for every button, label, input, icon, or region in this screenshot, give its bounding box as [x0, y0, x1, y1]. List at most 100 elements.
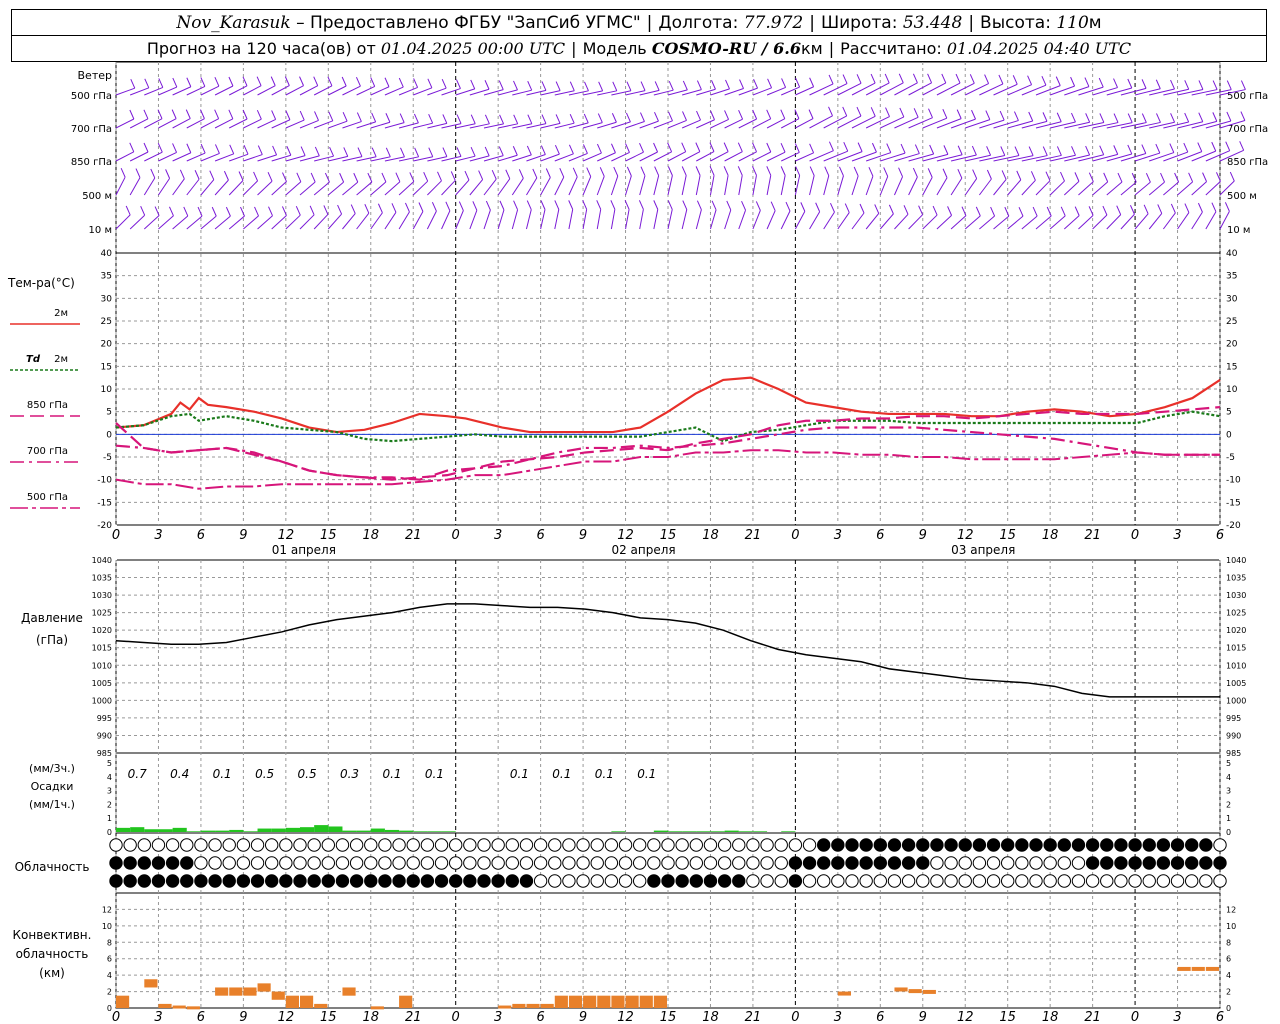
wind-barb-feather: [1131, 172, 1137, 183]
wind-barb-feather: [1102, 205, 1108, 216]
cloud-cover-circle: [321, 856, 336, 870]
wind-barb-feather: [371, 112, 377, 123]
x-tick-label: 15: [999, 528, 1016, 543]
conv-tick-label: 8: [107, 938, 112, 947]
cloud-cover-circle: [335, 838, 350, 852]
wind-barb: [525, 209, 532, 230]
wind-barb-feather: [868, 166, 874, 177]
wind-barb-feather: [859, 203, 865, 214]
x-tick-label: 18: [1042, 1010, 1059, 1024]
conv-bar: [583, 995, 597, 1008]
wind-barb: [1106, 122, 1133, 129]
wind-barb-feather: [640, 81, 646, 91]
cloud-cover-circle: [689, 838, 704, 852]
cloud-cover-circle: [859, 874, 873, 888]
wind-barb: [1078, 214, 1094, 230]
wind-barb-feather: [929, 144, 935, 155]
cloud-cover-circle: [986, 856, 1001, 870]
cloud-cover-circle: [831, 856, 845, 870]
conv-tick-label: 2: [107, 988, 112, 997]
day-label: 03 апреля: [951, 543, 1015, 557]
wind-barb-feather: [314, 146, 320, 157]
wind-barb: [781, 152, 800, 162]
wind-barb-feather: [129, 142, 135, 153]
cloud-cover-circle: [689, 874, 704, 888]
wind-barb-feather: [809, 143, 815, 153]
cloud-cover-circle: [618, 838, 633, 852]
cloud-cover-circle: [448, 838, 463, 852]
wind-barb-feather: [431, 201, 437, 212]
wind-barb: [1049, 215, 1066, 230]
precip-bar: [696, 831, 711, 832]
pressure-tick-label: 1010: [1226, 661, 1246, 670]
wind-barb-feather: [808, 109, 814, 119]
cloud-cover-circle: [562, 874, 576, 888]
wind-barb-feather: [140, 206, 146, 216]
precip-bar: [328, 826, 343, 832]
pressure-tick-label: 1005: [92, 679, 112, 688]
wind-barb: [243, 180, 258, 196]
cloud-cover-circle: [746, 874, 760, 888]
cloud-cover-circle: [463, 856, 477, 870]
cloud-cover-circle: [576, 838, 590, 852]
cloud-cover-circle: [1057, 856, 1072, 870]
cloud-cover-circle: [590, 838, 604, 852]
x-tick-label: 3: [494, 1010, 502, 1024]
x-tick-label: 9: [919, 528, 927, 543]
wind-barb-feather: [470, 146, 476, 157]
cloud-cover-circle: [1100, 856, 1114, 870]
wind-barb-feather: [313, 76, 319, 86]
cloud-cover-circle: [180, 874, 194, 888]
wind-barb-feather: [972, 169, 978, 179]
cloud-cover-circle: [1029, 874, 1043, 888]
wind-barb: [1149, 121, 1175, 129]
wind-barb: [200, 179, 215, 196]
x-tick-label: 21: [745, 528, 762, 543]
wind-barb-feather: [928, 108, 933, 118]
wind-barb-feather: [1042, 112, 1048, 122]
wind-barb: [158, 215, 174, 230]
wind-barb-feather: [1018, 206, 1024, 217]
cloud-cover-circle: [944, 856, 958, 870]
pressure-tick-label: 1035: [92, 574, 112, 583]
wind-barb: [285, 214, 301, 230]
wind-barb: [483, 178, 497, 196]
precip-unit-1h: (мм/1ч.): [29, 798, 75, 811]
wind-barb: [384, 212, 397, 230]
wind-barb-feather: [1211, 141, 1217, 152]
conv-bar: [837, 991, 851, 996]
wind-barb-feather: [310, 172, 316, 183]
x-tick-label: 6: [1216, 528, 1224, 543]
wind-barb: [950, 215, 967, 230]
cloud-cover-circle: [845, 838, 859, 852]
conv-bar: [370, 1006, 384, 1010]
cloud-cover-circle: [194, 856, 208, 870]
temp-tick-label: 25: [1226, 317, 1237, 327]
wind-barb-feather: [257, 145, 263, 155]
conv-bar: [116, 995, 130, 1008]
wind-barb-feather: [828, 106, 833, 117]
conv-bar: [271, 991, 285, 1000]
wind-barb-feather: [572, 167, 578, 178]
wind-barb-feather: [1084, 77, 1090, 87]
wind-barb-feather: [681, 166, 687, 176]
conv-tick-label: 6: [1226, 955, 1231, 964]
precip-bar: [710, 831, 725, 832]
cloud-cover-circle: [434, 838, 449, 852]
wind-barb-feather: [830, 202, 835, 213]
cloud-cover-circle: [732, 838, 746, 852]
wind-barb: [328, 85, 347, 96]
wind-barb: [299, 85, 318, 96]
wind-barb: [1162, 212, 1176, 230]
wind-barb-feather: [1184, 203, 1190, 213]
wind-barb-feather: [179, 169, 185, 180]
precip-3h-label: 0.3: [340, 767, 359, 781]
wind-barb-feather: [442, 114, 448, 124]
x-tick-label: 18: [1042, 528, 1059, 543]
wind-barb-feather: [423, 171, 429, 182]
wind-barb: [1177, 121, 1203, 129]
wind-barb: [540, 177, 551, 196]
conv-tick-label: 0: [1226, 1004, 1231, 1013]
wind-barb-feather: [1028, 111, 1034, 122]
x-tick-label: 9: [239, 528, 247, 543]
